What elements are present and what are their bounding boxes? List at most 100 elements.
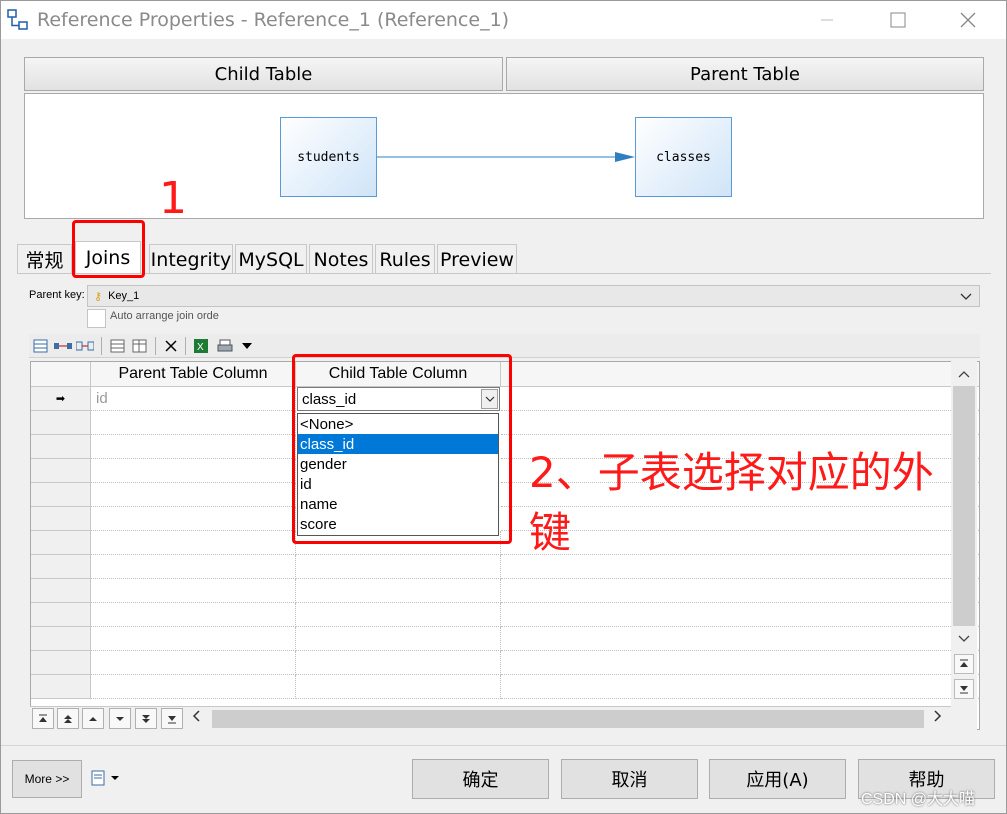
scrollbar-thumb[interactable] — [953, 386, 975, 626]
empty-cell[interactable] — [91, 603, 296, 627]
child-column-combo[interactable]: class_id — [297, 387, 500, 411]
horizontal-scrollbar-thumb[interactable] — [212, 710, 924, 728]
scroll-right-icon[interactable] — [934, 709, 942, 725]
dropdown-option[interactable]: score — [298, 514, 498, 534]
add-row-icon[interactable] — [107, 336, 127, 356]
move-page-up-icon[interactable] — [57, 708, 79, 729]
maximize-button[interactable] — [875, 1, 921, 39]
scroll-page-up-icon[interactable] — [954, 654, 974, 674]
row-header[interactable] — [31, 435, 91, 459]
vertical-scrollbar[interactable] — [951, 361, 977, 730]
scroll-down-icon[interactable] — [951, 627, 977, 651]
empty-cell — [501, 387, 979, 411]
row-header[interactable] — [31, 579, 91, 603]
empty-cell — [501, 627, 979, 651]
row-header[interactable] — [31, 507, 91, 531]
apply-button[interactable]: 应用(A) — [709, 759, 846, 799]
row-header[interactable] — [31, 603, 91, 627]
column-header-child[interactable]: Child Table Column — [296, 362, 501, 387]
row-header[interactable] — [31, 411, 91, 435]
empty-cell[interactable] — [91, 507, 296, 531]
tab-preview[interactable]: Preview — [437, 244, 517, 274]
print-options-button[interactable] — [91, 770, 121, 789]
move-bottom-icon[interactable] — [161, 708, 183, 729]
empty-cell[interactable] — [296, 675, 501, 699]
insert-join-icon[interactable] — [53, 336, 73, 356]
scroll-page-down-icon[interactable] — [954, 679, 974, 699]
window-title: Reference Properties - Reference_1 (Refe… — [37, 9, 510, 31]
empty-cell — [501, 507, 979, 531]
empty-cell[interactable] — [91, 483, 296, 507]
watermark-text: CSDN @大大喵 — [861, 791, 976, 808]
empty-cell[interactable] — [296, 651, 501, 675]
parent-key-label: Parent key: — [29, 289, 85, 301]
ok-button[interactable]: 确定 — [412, 759, 549, 799]
empty-cell[interactable] — [296, 603, 501, 627]
dropdown-option[interactable]: name — [298, 494, 498, 514]
child-column-value: class_id — [302, 390, 357, 408]
cancel-button[interactable]: 取消 — [561, 759, 698, 799]
empty-cell[interactable] — [91, 675, 296, 699]
close-button[interactable] — [945, 1, 991, 39]
print-icon[interactable] — [215, 336, 235, 356]
delete-icon[interactable] — [161, 336, 181, 356]
child-table-button[interactable]: Child Table — [24, 57, 503, 91]
dropdown-option[interactable]: <None> — [298, 414, 498, 434]
minimize-button[interactable] — [804, 1, 850, 39]
joins-grid: Parent Table Column Child Table Column ➡… — [30, 361, 980, 730]
combo-dropdown-button[interactable] — [481, 389, 498, 409]
row-header-corner — [31, 362, 91, 387]
empty-cell[interactable] — [91, 459, 296, 483]
row-header[interactable] — [31, 483, 91, 507]
child-table-symbol[interactable]: students — [280, 117, 377, 197]
reuse-columns-icon[interactable] — [75, 336, 95, 356]
tab-rules[interactable]: Rules — [375, 244, 435, 274]
parent-table-symbol[interactable]: classes — [635, 117, 732, 197]
row-header[interactable] — [31, 651, 91, 675]
empty-cell[interactable] — [91, 411, 296, 435]
auto-arrange-checkbox[interactable] — [87, 309, 106, 328]
empty-cell[interactable] — [91, 627, 296, 651]
empty-cell[interactable] — [91, 555, 296, 579]
insert-row-icon[interactable] — [129, 336, 149, 356]
move-page-down-icon[interactable] — [135, 708, 157, 729]
dropdown-option[interactable]: id — [298, 474, 498, 494]
empty-cell[interactable] — [296, 579, 501, 603]
row-header[interactable] — [31, 459, 91, 483]
tab-general[interactable]: 常规 — [17, 244, 72, 274]
move-down-icon[interactable] — [109, 708, 131, 729]
empty-cell[interactable] — [91, 435, 296, 459]
dropdown-option[interactable]: gender — [298, 454, 498, 474]
column-header-parent[interactable]: Parent Table Column — [91, 362, 296, 387]
move-top-icon[interactable] — [32, 708, 54, 729]
tab-integrity[interactable]: Integrity — [149, 244, 233, 274]
row-header[interactable] — [31, 675, 91, 699]
empty-cell — [501, 675, 979, 699]
row-header[interactable] — [31, 555, 91, 579]
empty-cell[interactable] — [91, 531, 296, 555]
column-header-empty — [501, 362, 979, 387]
tab-mysql[interactable]: MySQL — [235, 244, 307, 274]
row-header-current[interactable]: ➡ — [31, 387, 91, 411]
row-header[interactable] — [31, 627, 91, 651]
scroll-left-icon[interactable] — [192, 709, 200, 725]
move-up-icon[interactable] — [82, 708, 104, 729]
footer-divider — [1, 745, 1006, 746]
tab-joins[interactable]: Joins — [75, 241, 141, 274]
empty-cell[interactable] — [91, 651, 296, 675]
scroll-up-icon[interactable] — [951, 362, 977, 386]
excel-export-icon[interactable]: X — [191, 336, 211, 356]
reference-arrow — [377, 152, 635, 162]
empty-cell[interactable] — [296, 555, 501, 579]
dropdown-arrow-icon[interactable] — [237, 336, 257, 356]
empty-cell[interactable] — [296, 627, 501, 651]
parent-column-cell[interactable]: id — [91, 387, 296, 411]
properties-icon[interactable] — [31, 336, 51, 356]
parent-key-select[interactable]: ⚷ Key_1 — [87, 285, 980, 307]
dropdown-option-selected[interactable]: class_id — [298, 434, 498, 454]
parent-table-button[interactable]: Parent Table — [506, 57, 984, 91]
more-button[interactable]: More >> — [12, 760, 82, 798]
empty-cell[interactable] — [91, 579, 296, 603]
row-header[interactable] — [31, 531, 91, 555]
tab-notes[interactable]: Notes — [309, 244, 373, 274]
